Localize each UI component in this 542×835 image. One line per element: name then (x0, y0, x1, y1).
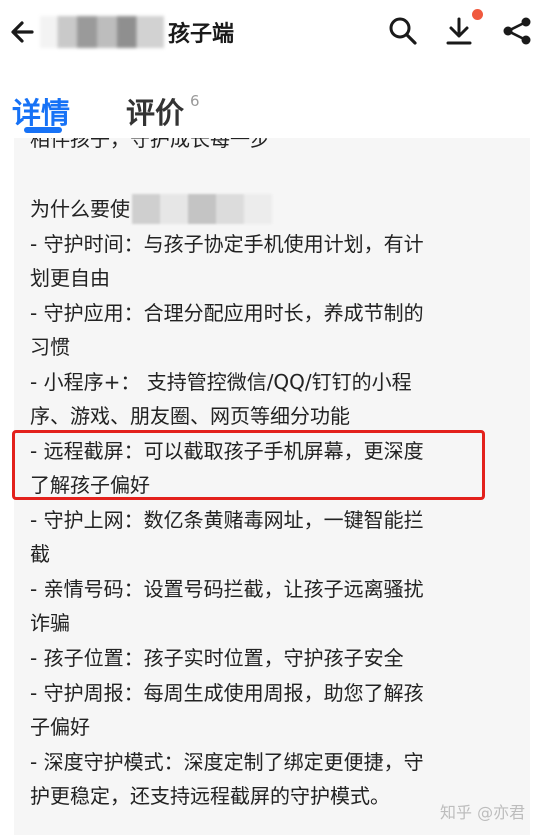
top-bar: 孩子端 (0, 0, 542, 64)
watermark: 知乎 @亦君 (440, 803, 526, 822)
partial-line: 相伴孩子，守护成长每一步 (30, 138, 270, 151)
feature-line: 习惯 (30, 335, 70, 359)
download-icon[interactable] (442, 14, 476, 48)
feature-line: - 守护周报：每周生成使用周报，助您了解孩 (30, 681, 424, 705)
blurred-text (132, 194, 272, 224)
blurred-app-name (40, 16, 164, 48)
why-line: 为什么要使 (30, 194, 272, 224)
feature-line: - 亲情号码：设置号码拦截，让孩子远离骚扰 (30, 577, 424, 601)
feature-line: - 小程序+： 支持管控微信/QQ/钉钉的小程 (30, 370, 412, 394)
app-title: 孩子端 (168, 22, 235, 47)
feature-line: - 孩子位置：孩子实时位置，守护孩子安全 (30, 646, 404, 670)
app-title-area: 孩子端 (40, 14, 234, 50)
tab-detail[interactable]: 详情 (12, 90, 70, 132)
feature-line: - 守护时间：与孩子协定手机使用计划，有计 (30, 232, 424, 256)
feature-line: - 守护上网：数亿条黄赌毒网址，一键智能拦 (30, 508, 424, 532)
feature-line: 截 (30, 542, 50, 566)
feature-line: 划更自由 (30, 266, 110, 290)
notification-dot (472, 9, 483, 20)
share-icon[interactable] (500, 14, 534, 48)
search-icon[interactable] (386, 14, 420, 48)
feature-line: 子偏好 (30, 715, 90, 739)
feature-line: - 深度守护模式：深度定制了绑定更便捷，守 (30, 750, 424, 774)
tab-bar: 详情 评价 6 (0, 82, 542, 138)
feature-line: 诈骗 (30, 611, 70, 635)
review-count: 6 (190, 92, 200, 110)
feature-line: - 守护应用：合理分配应用时长，养成节制的 (30, 301, 424, 325)
why-text: 为什么要使 (30, 197, 130, 221)
back-arrow-icon[interactable] (8, 15, 38, 49)
feature-line: 序、游戏、朋友圈、网页等细分功能 (30, 404, 350, 428)
tab-review[interactable]: 评价 (126, 90, 184, 132)
active-tab-indicator (24, 127, 62, 133)
feature-line: 护更稳定，还支持远程截屏的守护模式。 (30, 784, 390, 808)
highlight-box (12, 430, 485, 500)
